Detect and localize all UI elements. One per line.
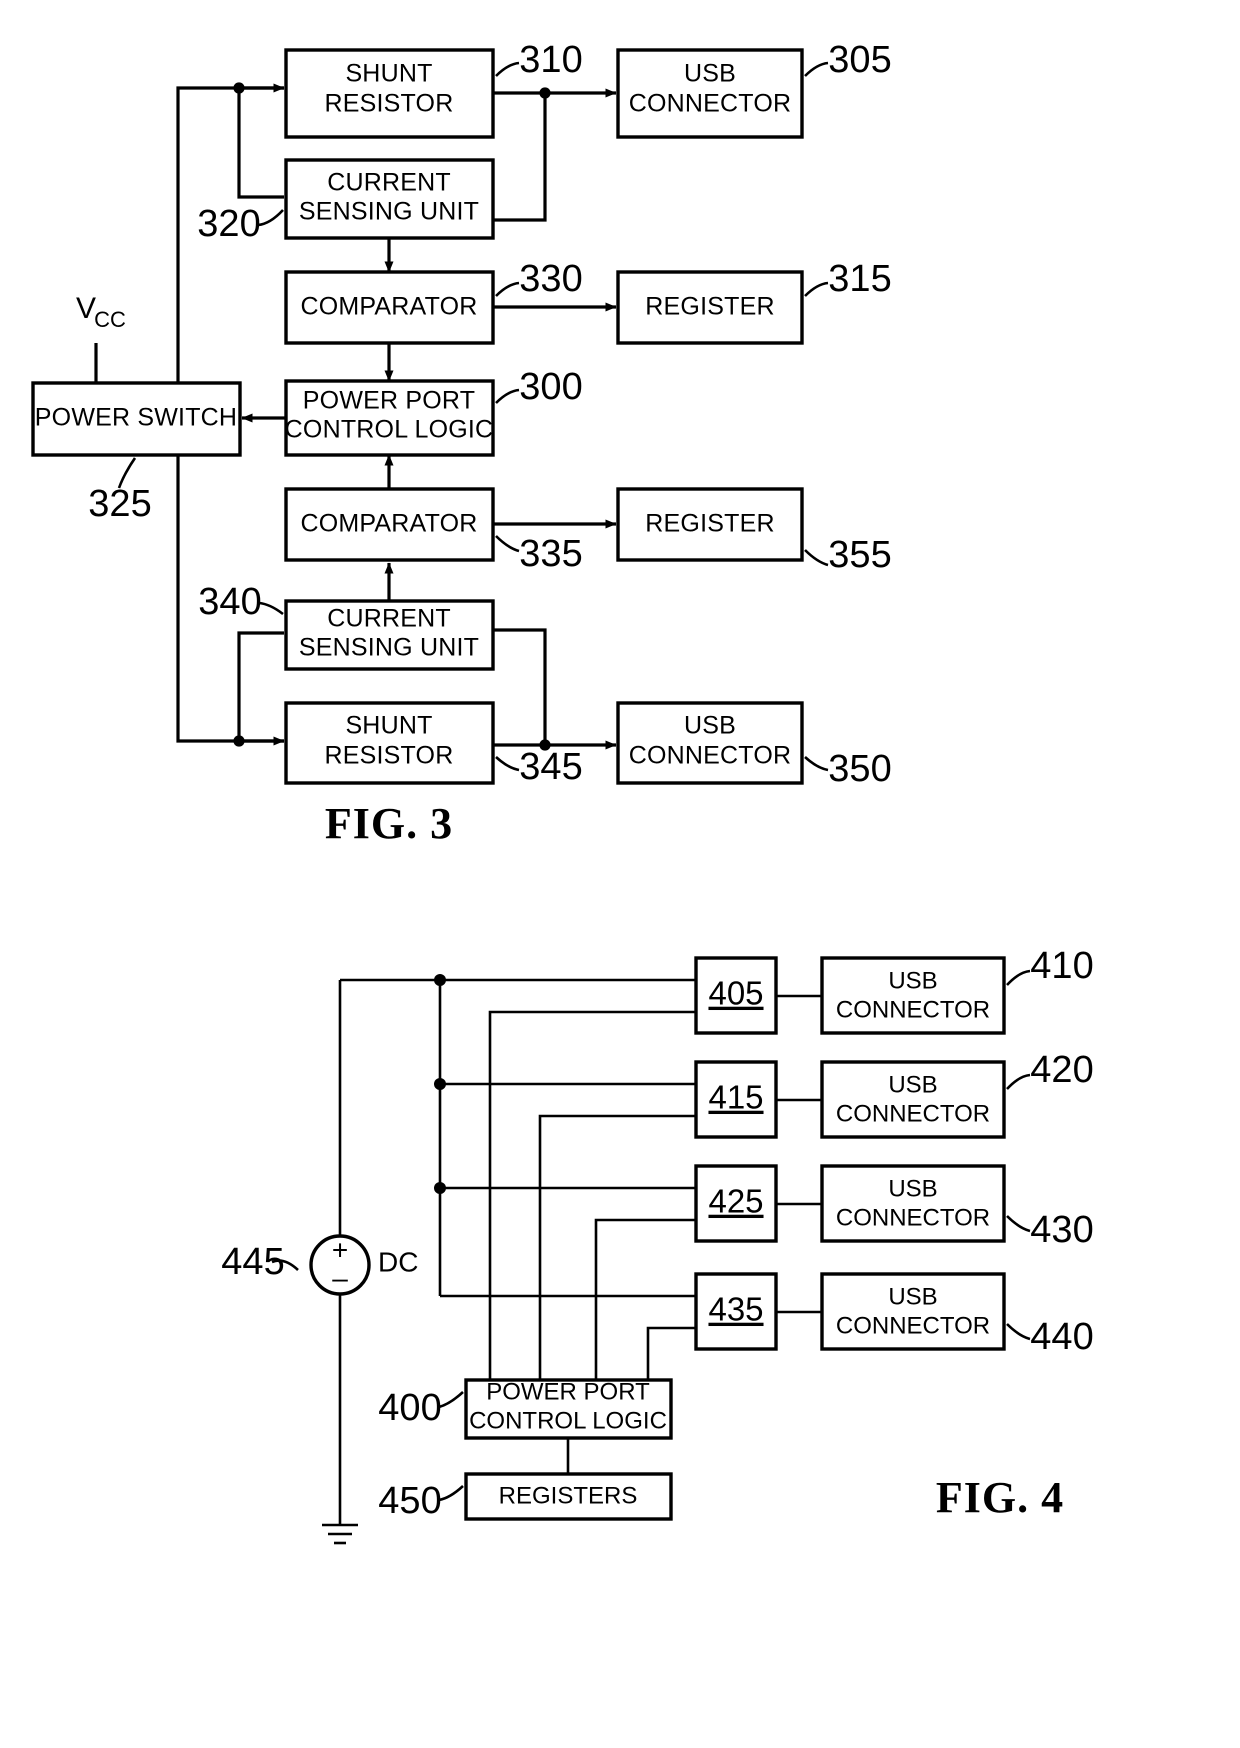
fig3-lead-310 [495,61,520,77]
fig3-lead-350 [804,756,829,772]
fig4-bus-dot-3 [434,1182,446,1194]
fig4-ref-440: 440 [1030,1316,1093,1358]
fig3-comparator-bot-label: COMPARATOR [300,510,477,538]
fig3-register-top-label: REGISTER [645,293,774,321]
fig4-lead-420 [1006,1073,1031,1090]
fig4-registers-label: REGISTERS [499,1482,638,1509]
fig3-ref-330: 330 [519,258,582,300]
fig4-usb440-line1: USB [888,1283,937,1310]
fig3-lead-320 [257,209,284,227]
fig4-usb430-line1: USB [888,1175,937,1202]
fig3-usb-bot-line1: USB [684,712,736,740]
fig4-bus-dot-1 [434,974,446,986]
fig3-shunt-top-line1: SHUNT [345,60,432,88]
fig3-register-bot-label: REGISTER [645,510,774,538]
fig3-ref-325: 325 [88,483,151,525]
fig4-ref-400: 400 [378,1387,441,1429]
fig3-shunt-bot-line2: RESISTOR [325,742,454,770]
fig4-usb410-line2: CONNECTOR [836,996,990,1023]
fig3-usb-top-line2: CONNECTOR [629,90,791,118]
fig4-lead-440 [1006,1323,1031,1341]
fig3-wire-csu-bot-right-input [493,628,547,745]
fig4-dc-label: DC [378,1246,418,1277]
fig4-ppcl-line1: POWER PORT [486,1378,650,1405]
fig3-ref-315: 315 [828,258,891,300]
fig3-ppcl-line2: CONTROL LOGIC [285,416,494,444]
fig3-caption: FIG. 3 [325,799,453,848]
fig3-comparator-top-label: COMPARATOR [300,293,477,321]
fig4-switch-405-number: 405 [708,975,763,1012]
fig3-wire-shuntin-to-csu-top [237,88,284,199]
fig4-usb420-line1: USB [888,1071,937,1098]
patent-drawing-sheet: SHUNT RESISTOR USB CONNECTOR CURRENT SEN… [0,0,1240,1748]
fig3-usb-bot-line2: CONNECTOR [629,742,791,770]
fig3-ref-335: 335 [519,533,582,575]
fig4-ctrl-line-to-415 [538,1114,696,1380]
fig4-caption: FIG. 4 [936,1473,1064,1522]
fig3-lead-335 [495,535,520,553]
fig3-ref-340: 340 [198,581,261,623]
fig4-ref-445: 445 [221,1241,284,1283]
fig3-lead-345 [495,756,520,772]
fig4-ctrl-line-to-405 [488,1010,696,1380]
fig3-lead-300 [495,388,520,404]
figures-canvas: SHUNT RESISTOR USB CONNECTOR CURRENT SEN… [31,39,1094,1545]
fig3-ref-350: 350 [828,748,891,790]
fig3-ref-345: 345 [519,746,582,788]
fig4-dc-plus-sign: + [332,1234,348,1265]
fig4-ref-430: 430 [1030,1209,1093,1251]
fig3-vcc-subscript: CC [94,307,126,332]
fig4-ref-450: 450 [378,1480,441,1522]
fig4-ppcl-line2: CONTROL LOGIC [469,1407,667,1434]
fig3-csu-bot-line2: SENSING UNIT [299,634,479,662]
fig3-csu-top-line1: CURRENT [327,169,451,197]
fig3-shunt-bot-line1: SHUNT [345,712,432,740]
fig4-lead-450 [438,1485,464,1502]
fig3-ppcl-line1: POWER PORT [303,387,475,415]
fig3-power-switch-label: POWER SWITCH [35,404,237,432]
fig4-ctrl-line-to-435 [646,1326,696,1380]
fig3-ref-300: 300 [519,366,582,408]
fig4-ref-420: 420 [1030,1049,1093,1091]
fig4-usb420-line2: CONNECTOR [836,1100,990,1127]
fig3-wire-vcc-rail-top [176,86,284,418]
fig4-ref-410: 410 [1030,945,1093,987]
fig3-lead-355 [804,549,829,567]
fig4-bus-dot-2 [434,1078,446,1090]
fig3-wire-csu-top-right-input [493,93,547,222]
fig4-usb430-line2: CONNECTOR [836,1204,990,1231]
fig3-usb-top-line1: USB [684,60,736,88]
fig3-ref-320: 320 [197,203,260,245]
fig3-lead-305 [804,61,829,77]
fig3-wire-vcc-rail-bottom [176,418,284,743]
fig4-switch-435-number: 435 [708,1291,763,1328]
fig3-ref-355: 355 [828,534,891,576]
fig3-lead-340 [258,601,284,616]
fig3-ref-305: 305 [828,39,891,81]
fig3-wire-shuntin-to-csu-bot [237,631,284,741]
fig3-group: SHUNT RESISTOR USB CONNECTOR CURRENT SEN… [31,39,892,848]
fig3-csu-bot-line1: CURRENT [327,605,451,633]
fig4-usb440-line2: CONNECTOR [836,1312,990,1339]
fig3-lead-330 [495,281,520,297]
fig3-csu-top-line2: SENSING UNIT [299,198,479,226]
fig4-lead-400 [438,1391,464,1409]
fig4-lead-430 [1006,1215,1031,1233]
fig4-switch-415-number: 415 [708,1079,763,1116]
fig3-shunt-top-line2: RESISTOR [325,90,454,118]
fig4-group: + – DC 445 405 415 425 435 USB CONNECTOR… [221,945,1094,1545]
fig4-switch-425-number: 425 [708,1183,763,1220]
fig4-ctrl-line-to-425 [594,1218,696,1380]
fig4-usb410-line1: USB [888,967,937,994]
fig3-lead-315 [804,281,829,297]
fig3-vcc-label: V [76,292,96,325]
fig4-dc-minus-sign: – [332,1262,348,1293]
fig4-lead-410 [1006,969,1031,986]
fig3-ref-310: 310 [519,39,582,81]
